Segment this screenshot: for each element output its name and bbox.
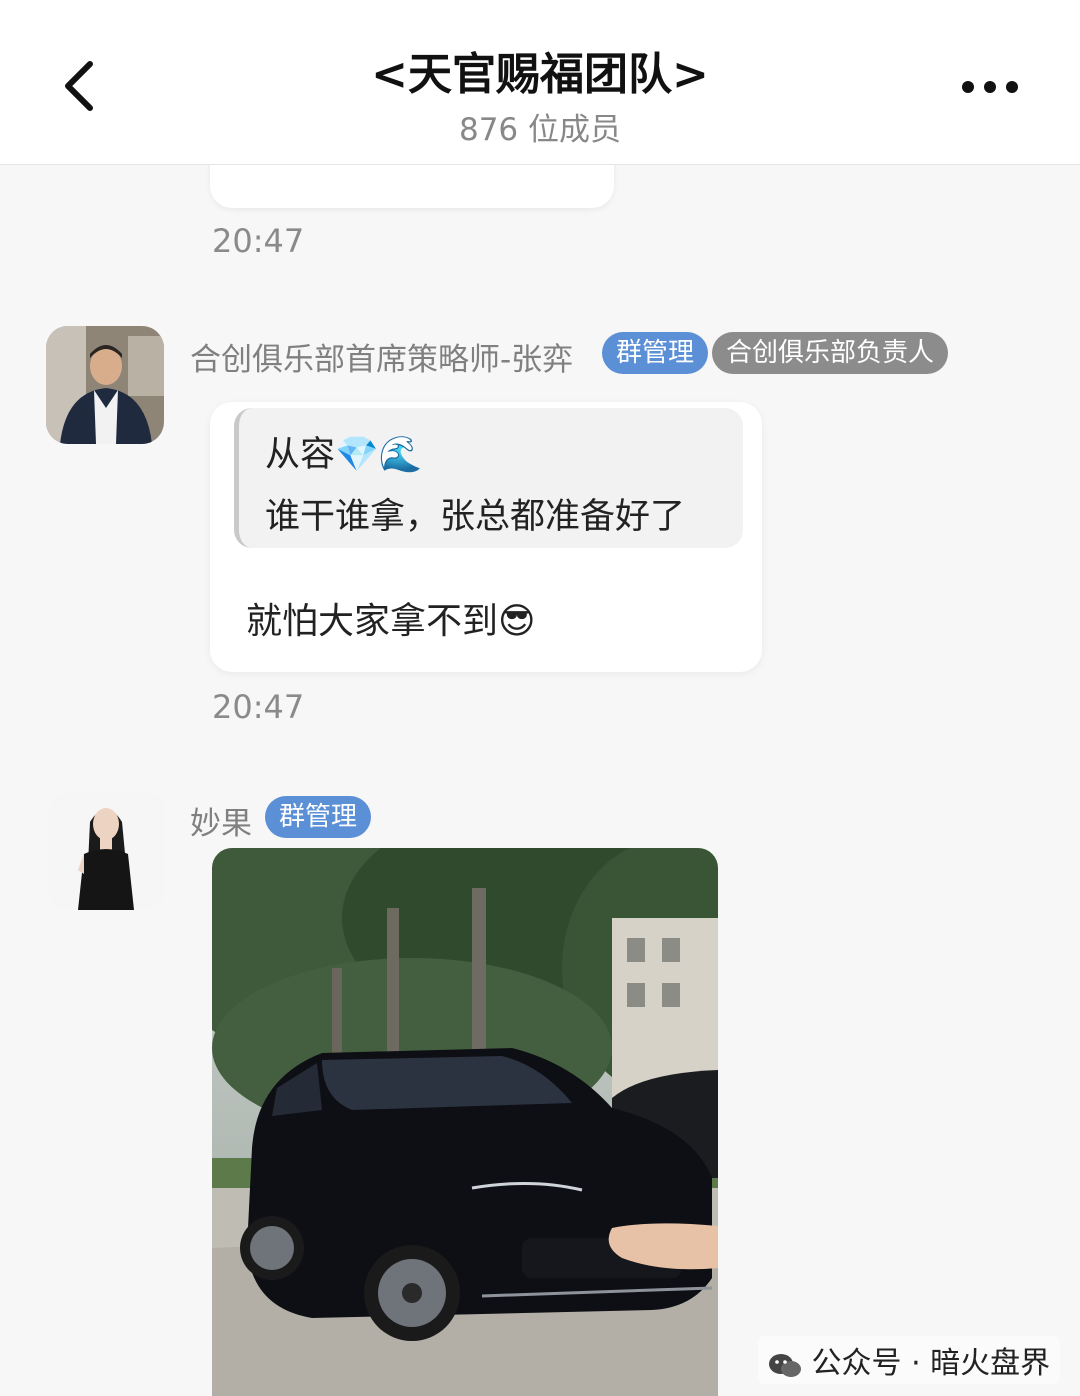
avatar-photo	[48, 792, 166, 910]
avatar[interactable]	[48, 792, 166, 910]
wechat-icon	[768, 1352, 802, 1378]
more-button[interactable]	[950, 62, 1030, 112]
badge-role: 合创俱乐部负责人	[712, 332, 949, 374]
wechat-watermark: 公众号 · 暗火盘界	[758, 1336, 1061, 1384]
watermark-text: 公众号 · 暗火盘界	[811, 1346, 1051, 1381]
member-count: 876 位成员	[458, 112, 622, 148]
black-suv-photo	[212, 848, 718, 1396]
badge-admin: 群管理	[602, 332, 709, 374]
avatar-photo	[46, 326, 164, 444]
quoted-message[interactable]: 从容💎🌊 谁干谁拿，张总都准备好了	[234, 408, 743, 548]
group-title: <天官赐福团队>	[371, 49, 709, 100]
avatar[interactable]	[46, 326, 164, 444]
quoted-sender: 从容💎🌊	[265, 435, 423, 475]
sender-name: 合创俱乐部首席策略师-张弈	[190, 342, 574, 378]
message-text: 就怕大家拿不到😎	[246, 601, 536, 642]
sender-name: 妙果	[190, 806, 252, 842]
message-time: 20:47	[212, 222, 305, 260]
more-icon	[962, 81, 1018, 93]
quoted-text: 谁干谁拿，张总都准备好了	[265, 497, 686, 537]
message-image[interactable]	[212, 848, 718, 1396]
message-time: 20:47	[212, 688, 305, 726]
badge-admin: 群管理	[265, 796, 372, 838]
chat-header: <天官赐福团队> 876 位成员	[0, 0, 1080, 165]
